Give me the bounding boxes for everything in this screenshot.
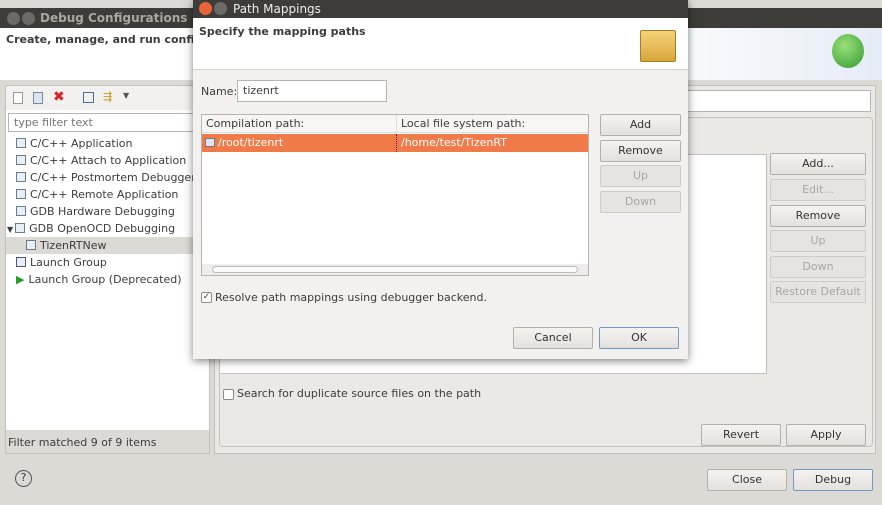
cancel-button[interactable]: Cancel	[513, 327, 593, 349]
dialog-up-button[interactable]: Up	[600, 165, 681, 187]
bug-icon	[832, 34, 864, 68]
search-duplicates-checkbox[interactable]	[223, 389, 234, 400]
play-icon: ▶	[16, 273, 25, 286]
local-path-cell: /home/test/TizenRT	[396, 134, 507, 152]
close-window-button[interactable]	[7, 12, 20, 25]
config-name-input[interactable]	[685, 90, 871, 112]
edit-button[interactable]: Edit...	[770, 179, 866, 201]
remove-button[interactable]: Remove	[770, 205, 866, 227]
main-title: Debug Configurations	[40, 11, 188, 25]
dialog-minimize-button[interactable]	[214, 2, 227, 15]
table-row[interactable]: /root/tizenrt /home/test/TizenRT	[202, 134, 588, 152]
dialog-add-button[interactable]: Add	[600, 114, 681, 136]
tree-item[interactable]: ▼ GDB OpenOCD Debugging	[7, 220, 175, 237]
dialog-down-button[interactable]: Down	[600, 191, 681, 213]
ok-button[interactable]: OK	[599, 327, 679, 349]
up-button[interactable]: Up	[770, 230, 866, 252]
folder-icon	[640, 30, 676, 62]
gdb-icon	[16, 206, 26, 216]
search-duplicates-label: Search for duplicate source files on the…	[237, 387, 482, 400]
close-button[interactable]: Close	[707, 469, 787, 491]
tree-item[interactable]: GDB Hardware Debugging	[16, 203, 175, 220]
status-area: Filter matched 9 of 9 items	[5, 430, 210, 454]
tree-item-selected[interactable]: TizenRTNew	[6, 237, 209, 254]
tree-item[interactable]: C/C++ Application	[16, 135, 132, 152]
config-tree-panel: ✖ ⇶ ▼ C/C++ Application C/C++ Attach to …	[5, 85, 210, 454]
resolve-label: Resolve path mappings using debugger bac…	[215, 291, 488, 304]
filter-input[interactable]	[8, 113, 207, 132]
compilation-path-cell: /root/tizenrt	[218, 136, 284, 149]
tree-item[interactable]: C/C++ Remote Application	[16, 186, 178, 203]
collapse-all-icon[interactable]	[83, 92, 94, 103]
chevron-down-icon[interactable]: ▼	[123, 91, 129, 100]
app-icon	[16, 138, 26, 148]
tree-item[interactable]: Launch Group	[16, 254, 107, 271]
expand-arrow-icon[interactable]: ▼	[7, 225, 13, 234]
down-button[interactable]: Down	[770, 256, 866, 278]
delete-icon[interactable]: ✖	[53, 89, 65, 105]
gdb-icon	[15, 223, 26, 233]
gdb-icon	[26, 240, 36, 250]
dialog-remove-button[interactable]: Remove	[600, 140, 681, 162]
filter-status-text: Filter matched 9 of 9 items	[8, 436, 157, 449]
debug-button[interactable]: Debug	[793, 469, 873, 491]
dialog-header-text: Specify the mapping paths	[199, 25, 366, 38]
column-header[interactable]: Compilation path:	[206, 115, 304, 133]
help-icon[interactable]: ?	[15, 470, 32, 487]
column-header[interactable]: Local file system path:	[396, 115, 588, 133]
dialog-title: Path Mappings	[233, 2, 321, 16]
apply-button[interactable]: Apply	[786, 424, 866, 446]
path-mappings-dialog: Path Mappings Specify the mapping paths …	[193, 0, 688, 359]
toolbar: ✖ ⇶ ▼	[6, 86, 209, 110]
restore-default-button[interactable]: Restore Default	[770, 281, 866, 303]
app-icon	[16, 155, 26, 165]
dialog-close-button[interactable]	[199, 2, 212, 15]
app-icon	[16, 172, 26, 182]
tree-item[interactable]: C/C++ Attach to Application	[16, 152, 186, 169]
duplicate-icon[interactable]	[33, 92, 43, 104]
filter-icon[interactable]: ⇶	[103, 90, 112, 103]
tree-item[interactable]: ▶ Launch Group (Deprecated)	[16, 271, 182, 288]
new-config-icon[interactable]	[13, 92, 23, 104]
dialog-title-bar: Path Mappings	[193, 0, 688, 18]
revert-button[interactable]: Revert	[701, 424, 781, 446]
scrollbar-thumb[interactable]	[212, 266, 578, 273]
mapping-icon	[205, 138, 215, 147]
table-header: Compilation path: Local file system path…	[202, 115, 588, 133]
add-button[interactable]: Add...	[770, 153, 866, 175]
resolve-checkbox[interactable]: ✓	[201, 292, 212, 303]
app-icon	[16, 189, 26, 199]
launch-group-icon	[16, 257, 26, 267]
name-input[interactable]: tizenrt	[237, 80, 387, 102]
horizontal-scrollbar[interactable]	[202, 264, 588, 275]
name-label: Name:	[201, 85, 238, 98]
tree-item[interactable]: C/C++ Postmortem Debugger	[16, 169, 196, 186]
dialog-header: Specify the mapping paths	[193, 18, 688, 70]
minimize-window-button[interactable]	[22, 12, 35, 25]
mappings-table[interactable]: Compilation path: Local file system path…	[201, 114, 589, 276]
